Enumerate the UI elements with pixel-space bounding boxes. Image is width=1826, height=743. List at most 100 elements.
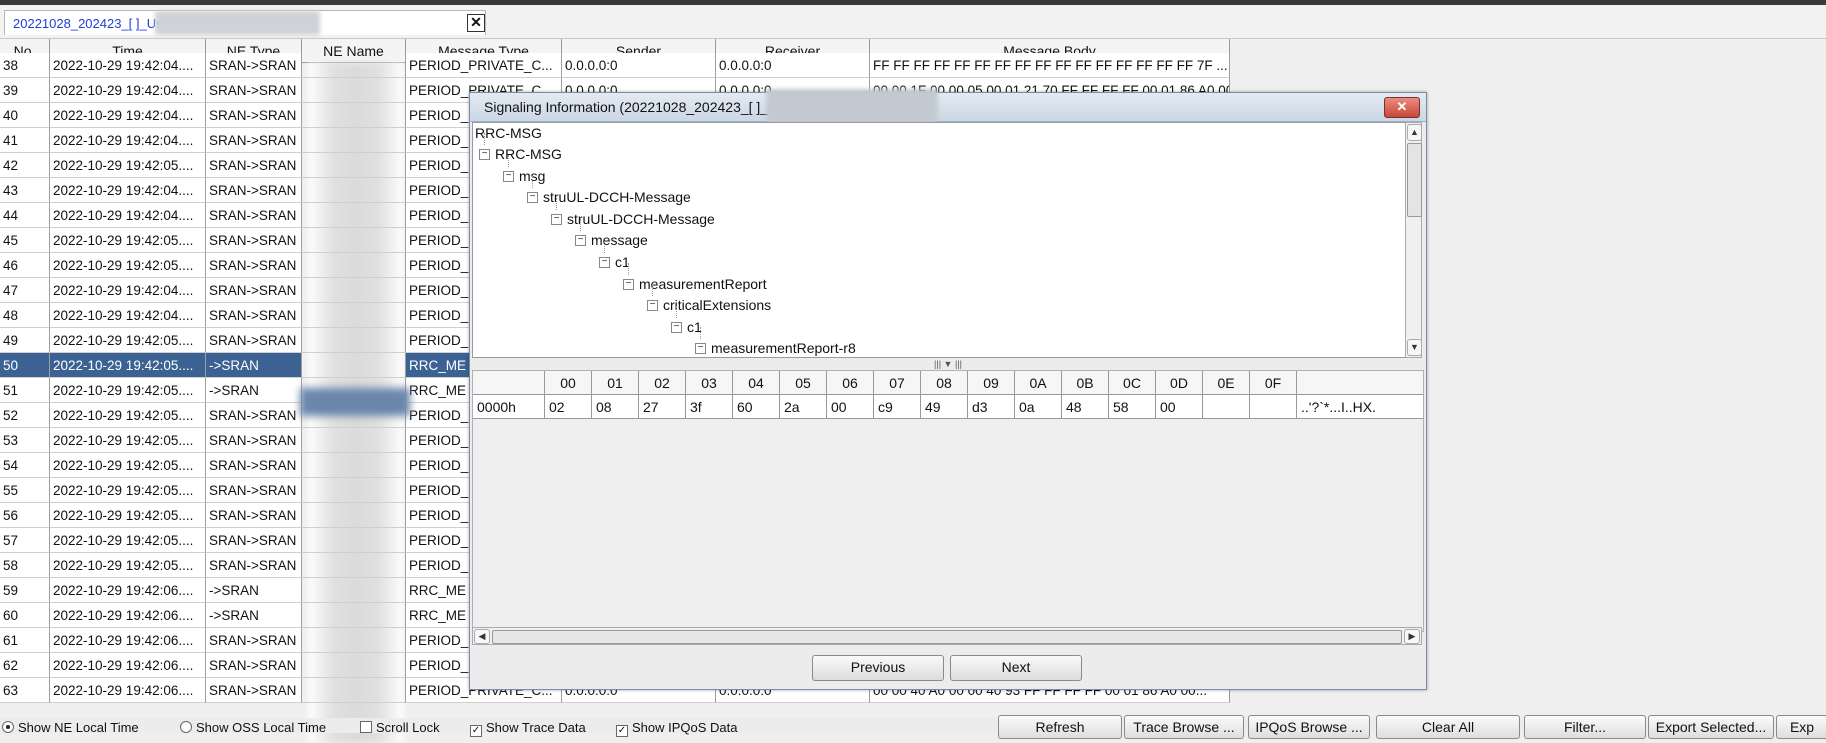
hex-horizontal-scrollbar[interactable]: ◀ ▶: [472, 627, 1422, 645]
table-cell-name: [302, 253, 406, 278]
message-decode-tree[interactable]: RRC-MSG − RRC-MSG − msg − struUL-DCCH-Message −…: [472, 122, 1408, 358]
hex-byte-cell[interactable]: 00: [827, 395, 874, 419]
scrollbar-thumb[interactable]: [1407, 143, 1422, 217]
table-cell-time: 2022-10-29 19:42:05....: [50, 153, 206, 178]
hex-column-header: 0B: [1062, 371, 1109, 395]
splitter-handle-icon[interactable]: ||| ▼ |||: [920, 360, 976, 369]
table-row[interactable]: 38 2022-10-29 19:42:04.... SRAN->SRAN PERIO…: [0, 53, 1230, 78]
tree-expand-icon[interactable]: −: [623, 278, 634, 290]
table-cell-ne-type: SRAN->SRAN: [206, 553, 302, 578]
table-cell-no: 55: [0, 478, 50, 503]
option-show-ipqos-data[interactable]: ✓ Show IPQoS Data: [616, 720, 738, 737]
hex-byte-cell[interactable]: 58: [1109, 395, 1156, 419]
dialog-titlebar[interactable]: Signaling Information (20221028_202423_[…: [470, 89, 1426, 123]
tree-node[interactable]: message: [591, 231, 648, 249]
tree-expand-icon[interactable]: −: [647, 300, 658, 312]
button-refresh[interactable]: Refresh: [998, 715, 1122, 739]
tree-connector-line: [580, 219, 581, 232]
table-cell-no: 51: [0, 378, 50, 403]
table-cell-no: 39: [0, 78, 50, 103]
table-cell-name: [302, 128, 406, 153]
hex-byte-cell[interactable]: [1250, 395, 1297, 419]
scrollbar-thumb[interactable]: [492, 630, 1402, 644]
button-clear-all[interactable]: Clear All: [1376, 715, 1520, 739]
table-cell-ne-type: SRAN->SRAN: [206, 103, 302, 128]
tree-node[interactable]: RRC-MSG: [495, 145, 562, 163]
hex-column-header: 0F: [1250, 371, 1297, 395]
scroll-right-icon[interactable]: ▶: [1404, 629, 1420, 644]
hex-byte-cell[interactable]: d3: [968, 395, 1015, 419]
option-show-trace-data[interactable]: ✓ Show Trace Data: [470, 720, 586, 737]
table-cell-name: [302, 178, 406, 203]
tree-node[interactable]: struUL-DCCH-Message: [567, 210, 715, 228]
tree-node[interactable]: struUL-DCCH-Message: [543, 188, 691, 206]
table-cell-time: 2022-10-29 19:42:04....: [50, 178, 206, 203]
tree-expand-icon[interactable]: −: [551, 213, 562, 225]
table-cell-ne-type: SRAN->SRAN: [206, 203, 302, 228]
button-trace-browse[interactable]: Trace Browse ...: [1124, 715, 1244, 739]
tree-connector-line: [604, 241, 605, 253]
hex-byte-cell[interactable]: 3f: [686, 395, 733, 419]
dialog-close-icon[interactable]: ✕: [1384, 97, 1420, 118]
hex-dump-grid[interactable]: 00 01 02 03 04 05 06 07 08 09 0A 0B 0C 0D 0E 0F 0000h 02 0…: [472, 370, 1424, 632]
tree-expand-icon[interactable]: −: [695, 343, 706, 355]
table-cell-ne-type: SRAN->SRAN: [206, 403, 302, 428]
scroll-up-icon[interactable]: ▲: [1407, 124, 1422, 141]
tree-node[interactable]: criticalExtensions: [663, 296, 771, 314]
hex-byte-cell[interactable]: 49: [921, 395, 968, 419]
hex-byte-cell[interactable]: 0a: [1015, 395, 1062, 419]
button-filter[interactable]: Filter...: [1524, 715, 1646, 739]
hex-byte-cell[interactable]: 27: [639, 395, 686, 419]
table-cell-ne-type: SRAN->SRAN: [206, 253, 302, 278]
table-cell-ne-type: ->SRAN: [206, 378, 302, 403]
tree-expand-icon[interactable]: −: [479, 149, 490, 160]
table-cell-no: 52: [0, 403, 50, 428]
table-cell-no: 53: [0, 428, 50, 453]
hex-byte-cell[interactable]: 2a: [780, 395, 827, 419]
table-cell-name: [302, 428, 406, 453]
redacted-region: [155, 11, 320, 35]
radio-icon[interactable]: [2, 721, 14, 733]
tree-expand-icon[interactable]: −: [503, 170, 514, 182]
checkbox-icon[interactable]: [360, 721, 372, 733]
scroll-down-icon[interactable]: ▼: [1407, 339, 1422, 356]
radio-icon[interactable]: [180, 721, 192, 733]
table-cell-no: 61: [0, 628, 50, 653]
hex-byte-cell[interactable]: [1203, 395, 1250, 419]
trace-tab[interactable]: 20221028_202423_[ ]_User Trace ID=33333 …: [4, 10, 486, 35]
table-cell-time: 2022-10-29 19:42:05....: [50, 328, 206, 353]
hex-byte-cell[interactable]: 02: [545, 395, 592, 419]
hex-column-header: 02: [639, 371, 686, 395]
table-cell-time: 2022-10-29 19:42:06....: [50, 603, 206, 628]
checkbox-icon[interactable]: ✓: [616, 725, 628, 737]
button-export-selected[interactable]: Export Selected...: [1648, 715, 1774, 739]
table-cell-ne-type: SRAN->SRAN: [206, 678, 302, 703]
table-cell-name: [302, 303, 406, 328]
tree-node[interactable]: measurementReport-r8: [711, 339, 856, 357]
hex-byte-cell[interactable]: 00: [1156, 395, 1203, 419]
previous-button[interactable]: Previous: [812, 655, 944, 681]
tree-expand-icon[interactable]: −: [575, 235, 586, 247]
hex-byte-cell[interactable]: 48: [1062, 395, 1109, 419]
tree-expand-icon[interactable]: −: [599, 257, 610, 268]
hex-byte-cell[interactable]: 60: [733, 395, 780, 419]
table-cell-name: [302, 53, 406, 78]
tree-node[interactable]: measurementReport: [639, 275, 767, 293]
table-cell-time: 2022-10-29 19:42:04....: [50, 78, 206, 103]
tree-expand-icon[interactable]: −: [671, 321, 682, 333]
tree-expand-icon[interactable]: −: [527, 192, 538, 204]
hex-byte-cell[interactable]: c9: [874, 395, 921, 419]
button-ipqos-browse[interactable]: IPQoS Browse ...: [1248, 715, 1370, 739]
tree-vertical-scrollbar[interactable]: ▲ ▼: [1405, 122, 1422, 358]
table-cell-time: 2022-10-29 19:42:04....: [50, 203, 206, 228]
table-cell-time: 2022-10-29 19:42:04....: [50, 303, 206, 328]
table-cell-name: [302, 628, 406, 653]
button-exp[interactable]: Exp: [1776, 715, 1826, 739]
next-button[interactable]: Next: [950, 655, 1082, 681]
close-tab-icon[interactable]: ✕: [467, 14, 485, 32]
checkbox-icon[interactable]: ✓: [470, 725, 482, 737]
hex-byte-cell[interactable]: 08: [592, 395, 639, 419]
table-cell-body: FF FF FF FF FF FF FF FF FF FF FF FF FF F…: [870, 53, 1230, 78]
tab-bar: 20221028_202423_[ ]_User Trace ID=33333 …: [0, 5, 1826, 39]
scroll-left-icon[interactable]: ◀: [474, 629, 490, 644]
